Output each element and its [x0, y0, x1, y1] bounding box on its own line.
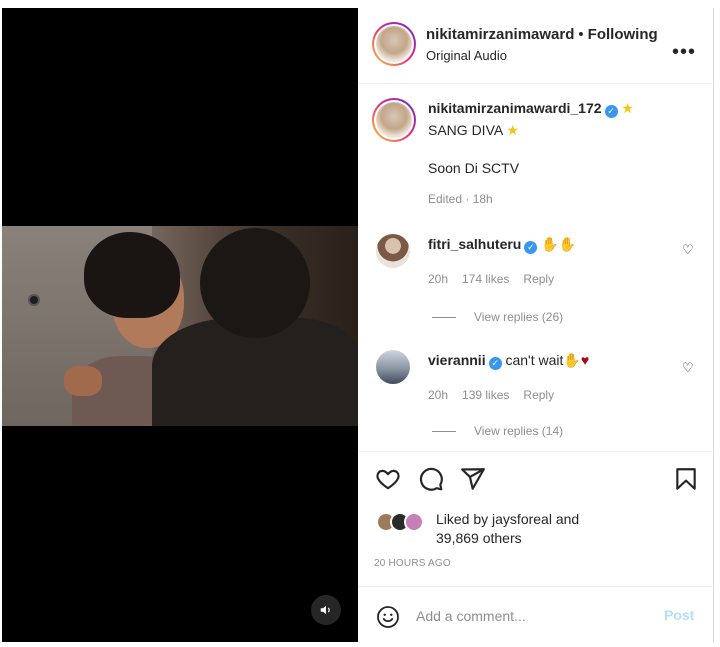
- comment-input[interactable]: [416, 603, 656, 629]
- more-options-icon[interactable]: •••: [672, 42, 696, 62]
- caption-text-1: SANG DIVA: [428, 122, 503, 138]
- red-heart-icon: ♥: [580, 352, 590, 368]
- comment-meta: 20h 139 likes Reply: [428, 388, 568, 402]
- reply-button[interactable]: Reply: [523, 272, 554, 286]
- bookmark-icon[interactable]: [673, 466, 699, 492]
- commenter-avatar[interactable]: [376, 234, 410, 268]
- verified-badge-icon: ✓: [488, 357, 502, 370]
- scene-figure-woman-hair: [84, 232, 180, 318]
- view-replies-button[interactable]: View replies (14): [432, 424, 563, 438]
- view-replies-button[interactable]: View replies (26): [432, 310, 563, 324]
- share-icon[interactable]: [460, 466, 486, 492]
- view-replies-label: View replies (26): [474, 310, 564, 324]
- view-replies-label: View replies (14): [474, 424, 564, 438]
- likes-line-2: 39,869 others: [436, 530, 522, 546]
- audio-link[interactable]: Original Audio: [426, 48, 507, 63]
- commenter-username[interactable]: fitri_salhuteru: [428, 236, 521, 252]
- comment-likes[interactable]: 174 likes: [462, 272, 509, 286]
- comment-time: 20h: [428, 388, 449, 402]
- replies-divider: [432, 431, 456, 433]
- caption-meta: Edited · 18h: [428, 192, 493, 206]
- author-username-link[interactable]: nikitamirzanimaward: [426, 26, 574, 43]
- likes-summary[interactable]: Liked by jaysforeal and 39,869 others: [436, 510, 579, 548]
- following-button[interactable]: Following: [588, 26, 658, 43]
- likes-line-1: Liked by jaysforeal and: [436, 511, 580, 527]
- comment-body: can't wait✋: [505, 352, 581, 368]
- comment-icon[interactable]: [418, 466, 444, 492]
- caption-line-2: Soon Di SCTV: [428, 160, 520, 176]
- verified-badge-icon: ✓: [524, 241, 538, 254]
- speaker-icon: [320, 605, 330, 615]
- post-comment-button[interactable]: Post: [664, 607, 694, 623]
- post-timestamp[interactable]: 20 HOURS AGO: [374, 558, 451, 569]
- commenter-avatar[interactable]: [376, 350, 410, 384]
- comment-text-line: fitri_salhuteru ✓ ✋✋: [428, 236, 576, 254]
- header-separator: •: [578, 26, 584, 43]
- comment-item: fitri_salhuteru ✓ ✋✋ 20h 174 likes Reply ♡ …: [358, 228, 714, 338]
- comment-meta: 20h 174 likes Reply: [428, 272, 568, 286]
- author-avatar[interactable]: [372, 22, 416, 66]
- comment-like-heart-icon[interactable]: ♡: [682, 360, 694, 376]
- comment-likes[interactable]: 139 likes: [462, 388, 509, 402]
- post-actions: Liked by jaysforeal and 39,869 others 20…: [358, 451, 714, 591]
- reply-button[interactable]: Reply: [523, 388, 554, 402]
- sound-toggle-button[interactable]: [311, 595, 341, 625]
- heart-icon[interactable]: [375, 466, 401, 492]
- comment-text-line: vierannii ✓ can't wait✋♥: [428, 352, 589, 370]
- post-video[interactable]: [2, 8, 358, 642]
- scene-hand: [64, 366, 102, 396]
- video-frame: [2, 226, 358, 426]
- verified-badge-icon: ✓: [604, 105, 618, 118]
- emoji-icon[interactable]: [376, 605, 400, 629]
- replies-divider: [432, 317, 456, 319]
- caption-avatar[interactable]: [372, 98, 416, 142]
- caption-username-link[interactable]: nikitamirzanimawardi_172: [428, 100, 602, 116]
- header-user-line: nikitamirzanimaward • Following: [426, 26, 658, 43]
- caption-user-line: nikitamirzanimawardi_172 ✓ ★: [428, 100, 634, 118]
- liker-avatars: [376, 512, 432, 534]
- comment-body: ✋✋: [541, 236, 577, 252]
- star-icon: ★: [506, 122, 519, 138]
- door-knob: [28, 294, 40, 306]
- comment-like-heart-icon[interactable]: ♡: [682, 242, 694, 258]
- post-header: nikitamirzanimaward • Following Original A…: [358, 8, 714, 84]
- commenter-username[interactable]: vierannii: [428, 352, 486, 368]
- star-icon: ★: [621, 100, 634, 116]
- add-comment-bar: Post: [358, 586, 714, 642]
- post-modal: nikitamirzanimaward • Following Original A…: [0, 0, 720, 647]
- post-details-panel: nikitamirzanimaward • Following Original A…: [358, 8, 714, 642]
- caption-line-1: SANG DIVA ★: [428, 122, 519, 139]
- comment-item: vierannii ✓ can't wait✋♥ 20h 139 likes Repl…: [358, 344, 714, 454]
- comment-time: 20h: [428, 272, 449, 286]
- scene-figure-man-head: [200, 228, 310, 338]
